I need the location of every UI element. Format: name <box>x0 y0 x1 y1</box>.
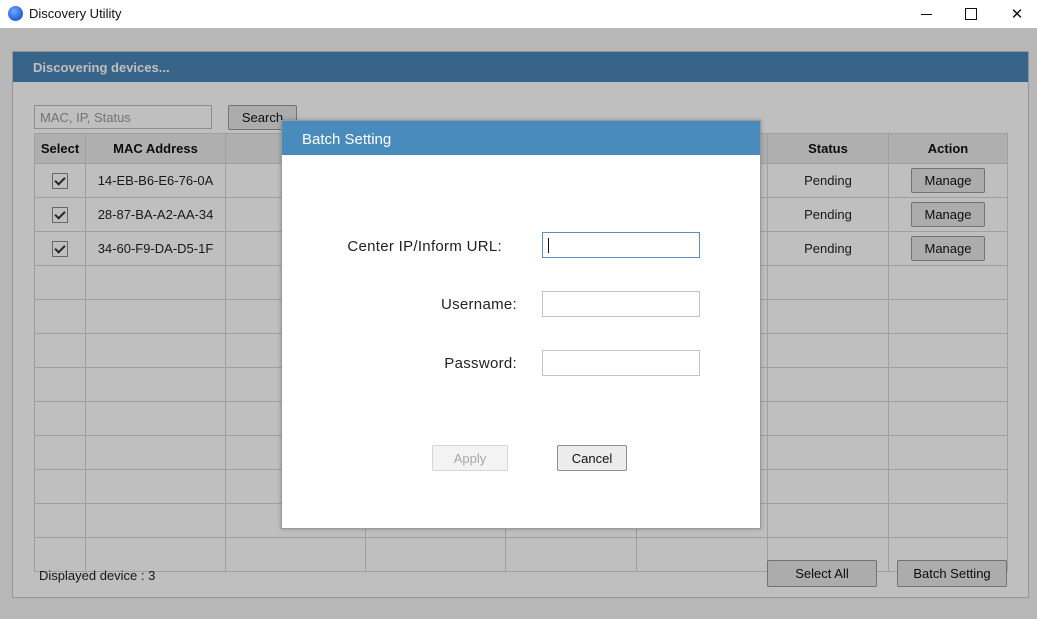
close-button[interactable]: ✕ <box>994 0 1037 28</box>
window-title: Discovery Utility <box>29 6 122 21</box>
batch-setting-dialog: Batch Setting Center IP/Inform URL: User… <box>281 120 761 529</box>
password-input[interactable] <box>542 350 700 376</box>
center-url-input[interactable] <box>542 232 700 258</box>
username-input[interactable] <box>542 291 700 317</box>
center-url-label: Center IP/Inform URL: <box>347 238 502 255</box>
username-label: Username: <box>440 296 517 313</box>
dialog-title: Batch Setting <box>302 131 392 148</box>
minimize-button[interactable] <box>903 0 949 28</box>
app-globe-icon <box>8 6 23 21</box>
maximize-icon <box>965 8 977 20</box>
apply-button[interactable]: Apply <box>432 445 508 471</box>
dialog-header: Batch Setting <box>282 121 760 155</box>
close-icon: ✕ <box>1010 6 1024 23</box>
minimize-icon <box>920 13 932 15</box>
title-bar: Discovery Utility ✕ <box>0 0 1037 28</box>
cancel-button[interactable]: Cancel <box>557 445 627 471</box>
password-label: Password: <box>444 355 517 372</box>
text-caret <box>548 238 549 253</box>
maximize-button[interactable] <box>948 0 994 28</box>
